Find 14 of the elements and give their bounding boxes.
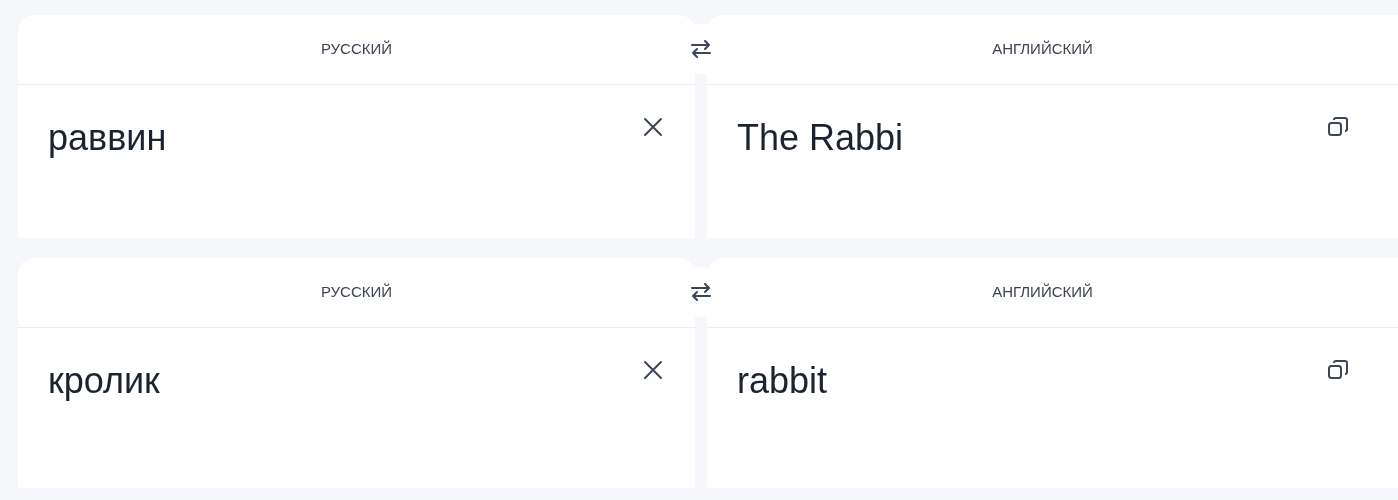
source-text: кролик	[48, 359, 160, 403]
source-language[interactable]: РУССКИЙ	[320, 38, 393, 61]
translation-text: The Rabbi	[737, 116, 904, 160]
swap-icon	[690, 40, 712, 58]
clear-button[interactable]	[641, 358, 665, 382]
copy-button[interactable]	[1326, 115, 1350, 139]
clear-button[interactable]	[641, 115, 665, 139]
copy-button[interactable]	[1326, 358, 1350, 382]
source-text: раввин	[48, 116, 167, 160]
source-language[interactable]: РУССКИЙ	[320, 281, 393, 304]
swap-icon	[690, 283, 712, 301]
target-language[interactable]: АНГЛИЙСКИЙ	[992, 38, 1113, 61]
target-language[interactable]: АНГЛИЙСКИЙ	[992, 281, 1113, 304]
translation-text: rabbit	[737, 359, 828, 403]
